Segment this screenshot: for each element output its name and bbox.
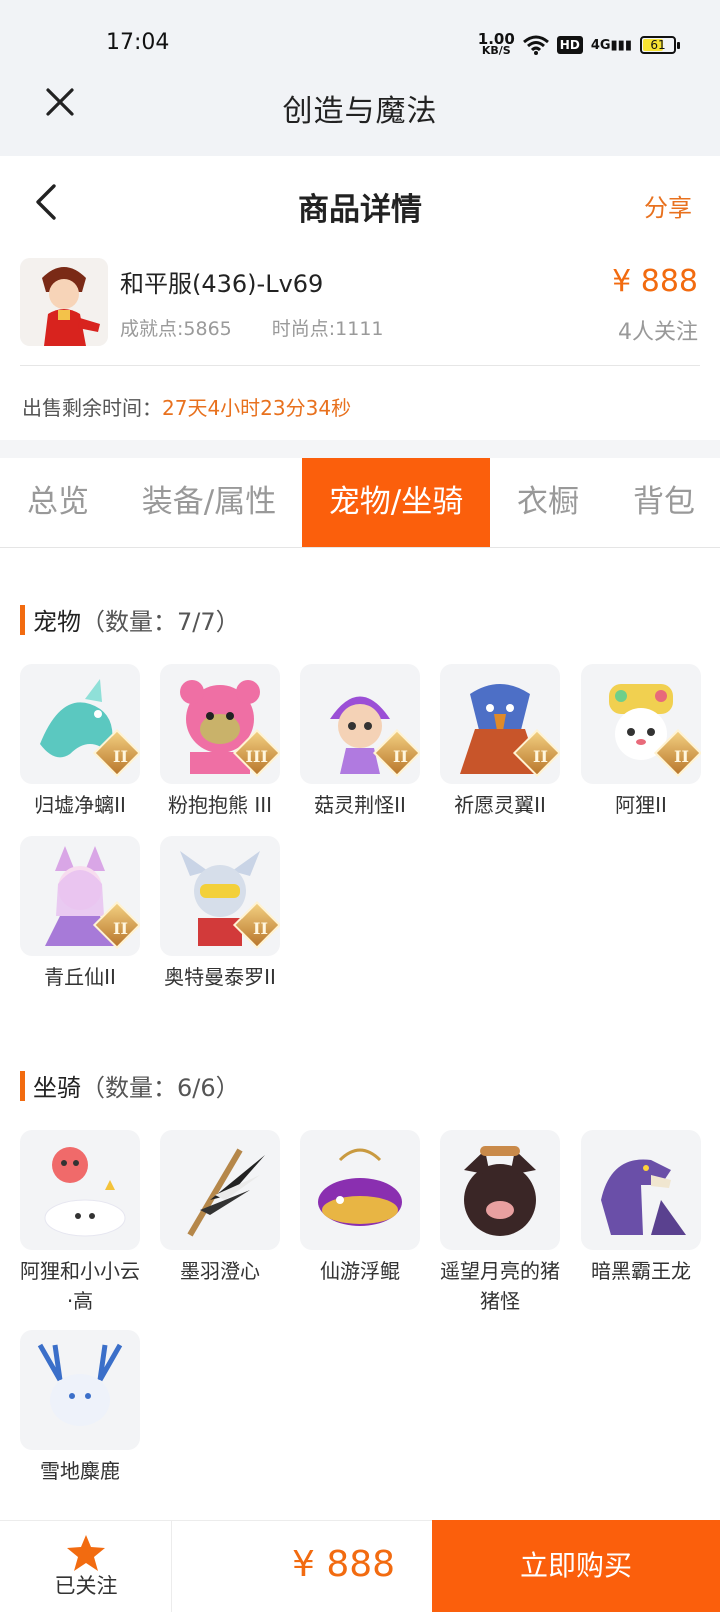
mount-thumbnail <box>20 1130 140 1250</box>
fashion-points: 时尚点:1111 <box>271 318 384 340</box>
status-icons: 1.00 KB/S HD 4G▮▮▮ 61 <box>477 30 680 60</box>
divider <box>20 365 700 366</box>
mount-item[interactable]: 仙游浮鲲 <box>299 1130 421 1286</box>
pet-item[interactable]: II 阿狸II <box>580 664 702 820</box>
mount-item[interactable]: 雪地麋鹿 <box>19 1330 141 1486</box>
tab-wardrobe[interactable]: 衣橱 <box>500 458 596 547</box>
wifi-icon <box>522 35 549 55</box>
tab-backpack[interactable]: 背包 <box>614 458 714 547</box>
achievement-points: 成就点:5865 <box>120 318 232 340</box>
remaining-time: 出售剩余时间：27天4小时23分34秒 <box>22 396 352 420</box>
pet-item[interactable]: II 归墟净螭II <box>19 664 141 820</box>
pet-thumbnail: II <box>440 664 560 784</box>
mount-name: 仙游浮鲲 <box>320 1259 400 1283</box>
mount-name: 遥望月亮的猪猪怪 <box>440 1259 560 1313</box>
mount-item[interactable]: 墨羽澄心 <box>159 1130 281 1286</box>
follower-count: 4人关注 <box>618 320 698 345</box>
product-stats: 成就点:5865 时尚点:1111 <box>120 314 384 341</box>
pet-item[interactable]: III 粉抱抱熊 III <box>159 664 281 820</box>
pet-item[interactable]: II 祈愿灵翼II <box>439 664 561 820</box>
pet-name: 奥特曼泰罗II <box>164 965 276 989</box>
character-avatar <box>20 258 108 346</box>
mount-thumbnail <box>300 1130 420 1250</box>
pet-item[interactable]: II 菇灵荆怪II <box>299 664 421 820</box>
pet-thumbnail: III <box>160 664 280 784</box>
page-title: 商品详情 <box>298 192 422 228</box>
buy-now-button[interactable]: 立即购买 <box>432 1520 720 1612</box>
pet-thumbnail: II <box>300 664 420 784</box>
mount-name: 墨羽澄心 <box>180 1259 260 1283</box>
mount-thumbnail <box>20 1330 140 1450</box>
product-name: 和平服(436)-Lv69 <box>120 270 324 298</box>
bottom-price: ¥ 888 <box>292 1544 396 1585</box>
mount-item[interactable]: 遥望月亮的猪猪怪 <box>439 1130 561 1316</box>
mount-thumbnail <box>440 1130 560 1250</box>
star-icon[interactable] <box>66 1534 106 1572</box>
pet-name: 青丘仙II <box>44 965 116 989</box>
tab-bar: 总览 装备/属性 宠物/坐骑 衣橱 背包 <box>0 458 720 548</box>
pet-name: 粉抱抱熊 III <box>167 793 273 817</box>
battery-icon: 61 <box>640 36 680 54</box>
mount-name: 阿狸和小小云·高 <box>20 1259 140 1313</box>
pet-name: 菇灵荆怪II <box>314 793 406 817</box>
product-price: ¥ 888 <box>612 264 698 299</box>
pet-name: 归墟净螭II <box>34 793 126 817</box>
remaining-time-value: 27天4小时23分34秒 <box>162 396 352 420</box>
pet-name: 阿狸II <box>615 793 667 817</box>
mount-name: 雪地麋鹿 <box>40 1459 120 1483</box>
network-speed: 1.00 KB/S <box>477 30 515 57</box>
hd-badge: HD <box>556 36 583 54</box>
pets-section-title: 宠物 （数量：7/7） <box>20 602 240 637</box>
follow-label[interactable]: 已关注 <box>0 1570 172 1600</box>
mounts-section-title: 坐骑 （数量：6/6） <box>20 1068 240 1103</box>
mount-thumbnail <box>160 1130 280 1250</box>
pet-thumbnail: II <box>160 836 280 956</box>
pet-item[interactable]: II 青丘仙II <box>19 836 141 992</box>
section-gap <box>0 440 720 458</box>
mount-name: 暗黑霸王龙 <box>591 1259 691 1283</box>
share-button[interactable]: 分享 <box>644 188 692 223</box>
status-time: 17:04 <box>106 30 170 55</box>
tab-pets-mounts[interactable]: 宠物/坐骑 <box>302 458 490 547</box>
tab-overview[interactable]: 总览 <box>8 458 108 547</box>
pet-item[interactable]: II 奥特曼泰罗II <box>159 836 281 992</box>
pet-thumbnail: II <box>20 836 140 956</box>
signal-icon: 4G▮▮▮ <box>590 37 632 53</box>
pet-thumbnail: II <box>581 664 701 784</box>
pet-name: 祈愿灵翼II <box>454 793 546 817</box>
app-title: 创造与魔法 <box>282 94 438 129</box>
tab-equipment[interactable]: 装备/属性 <box>128 458 290 547</box>
mount-item[interactable]: 暗黑霸王龙 <box>580 1130 702 1286</box>
pet-thumbnail: II <box>20 664 140 784</box>
mount-thumbnail <box>581 1130 701 1250</box>
mount-item[interactable]: 阿狸和小小云·高 <box>19 1130 141 1316</box>
